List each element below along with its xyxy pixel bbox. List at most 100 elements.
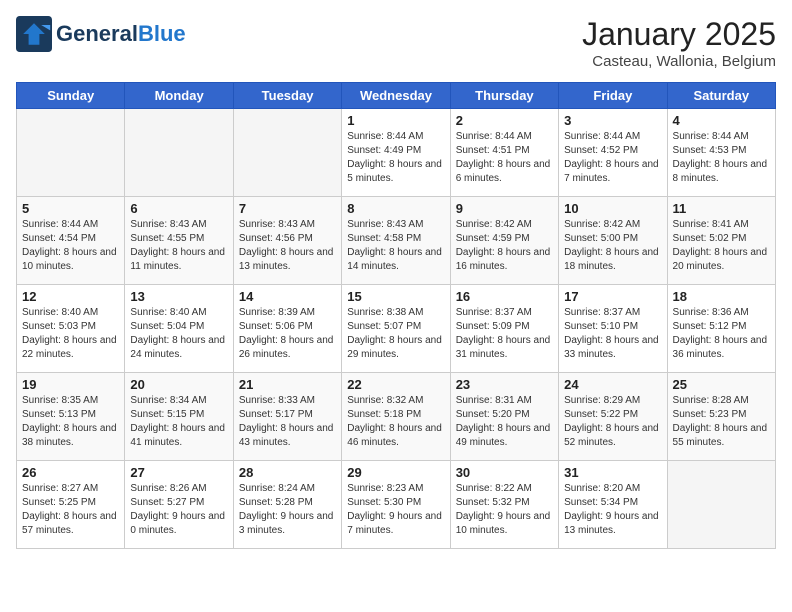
calendar-cell (667, 461, 775, 549)
day-info: Sunrise: 8:44 AM Sunset: 4:54 PM Dayligh… (22, 218, 119, 274)
calendar-cell: 7 Sunrise: 8:43 AM Sunset: 4:56 PM Daylig… (233, 197, 341, 285)
calendar-body: 1Sunrise: 8:44 AM Sunset: 4:49 PM Daylig… (17, 109, 776, 549)
calendar-cell: 23 Sunrise: 8:31 AM Sunset: 5:20 PM Dayli… (450, 373, 558, 461)
day-info: Sunrise: 8:43 AM Sunset: 4:56 PM Dayligh… (239, 218, 336, 274)
calendar-cell: 2 Sunrise: 8:44 AM Sunset: 4:51 PM Daylig… (450, 109, 558, 197)
day-info: Sunrise: 8:44 AM Sunset: 4:51 PM Dayligh… (456, 130, 553, 186)
header: GeneralBlue January 2025 Casteau, Wallon… (16, 16, 776, 70)
calendar-week-2: 5 Sunrise: 8:44 AM Sunset: 4:54 PM Daylig… (17, 197, 776, 285)
day-info: Sunrise: 8:32 AM Sunset: 5:18 PM Dayligh… (347, 394, 444, 450)
day-info: Sunrise: 8:34 AM Sunset: 5:15 PM Dayligh… (130, 394, 227, 450)
day-info: Sunrise: 8:24 AM Sunset: 5:28 PM Dayligh… (239, 482, 336, 538)
calendar-cell: 1Sunrise: 8:44 AM Sunset: 4:49 PM Daylig… (342, 109, 450, 197)
day-number: 29 (347, 465, 444, 480)
day-info: Sunrise: 8:28 AM Sunset: 5:23 PM Dayligh… (673, 394, 770, 450)
dow-header-sunday: Sunday (17, 83, 125, 109)
dow-header-tuesday: Tuesday (233, 83, 341, 109)
day-number: 16 (456, 289, 553, 304)
calendar-table: SundayMondayTuesdayWednesdayThursdayFrid… (16, 82, 776, 549)
day-info: Sunrise: 8:37 AM Sunset: 5:10 PM Dayligh… (564, 306, 661, 362)
days-of-week-row: SundayMondayTuesdayWednesdayThursdayFrid… (17, 83, 776, 109)
day-info: Sunrise: 8:40 AM Sunset: 5:04 PM Dayligh… (130, 306, 227, 362)
calendar-cell: 27 Sunrise: 8:26 AM Sunset: 5:27 PM Dayli… (125, 461, 233, 549)
day-number: 14 (239, 289, 336, 304)
day-info: Sunrise: 8:41 AM Sunset: 5:02 PM Dayligh… (673, 218, 770, 274)
day-info: Sunrise: 8:44 AM Sunset: 4:49 PM Dayligh… (347, 130, 444, 186)
calendar-cell: 29 Sunrise: 8:23 AM Sunset: 5:30 PM Dayli… (342, 461, 450, 549)
day-info: Sunrise: 8:22 AM Sunset: 5:32 PM Dayligh… (456, 482, 553, 538)
calendar-cell: 19 Sunrise: 8:35 AM Sunset: 5:13 PM Dayli… (17, 373, 125, 461)
logo-text: GeneralBlue (56, 21, 186, 47)
calendar-cell: 3Sunrise: 8:44 AM Sunset: 4:52 PM Daylig… (559, 109, 667, 197)
day-number: 21 (239, 377, 336, 392)
calendar-week-4: 19 Sunrise: 8:35 AM Sunset: 5:13 PM Dayli… (17, 373, 776, 461)
day-number: 15 (347, 289, 444, 304)
calendar-cell: 13Sunrise: 8:40 AM Sunset: 5:04 PM Dayli… (125, 285, 233, 373)
calendar-cell: 30Sunrise: 8:22 AM Sunset: 5:32 PM Dayli… (450, 461, 558, 549)
calendar-cell: 31Sunrise: 8:20 AM Sunset: 5:34 PM Dayli… (559, 461, 667, 549)
calendar-week-1: 1Sunrise: 8:44 AM Sunset: 4:49 PM Daylig… (17, 109, 776, 197)
day-info: Sunrise: 8:29 AM Sunset: 5:22 PM Dayligh… (564, 394, 661, 450)
day-number: 6 (130, 201, 227, 216)
day-info: Sunrise: 8:35 AM Sunset: 5:13 PM Dayligh… (22, 394, 119, 450)
calendar-cell: 6 Sunrise: 8:43 AM Sunset: 4:55 PM Daylig… (125, 197, 233, 285)
calendar-cell: 18Sunrise: 8:36 AM Sunset: 5:12 PM Dayli… (667, 285, 775, 373)
calendar-cell: 28 Sunrise: 8:24 AM Sunset: 5:28 PM Dayli… (233, 461, 341, 549)
calendar-cell: 16 Sunrise: 8:37 AM Sunset: 5:09 PM Dayli… (450, 285, 558, 373)
day-info: Sunrise: 8:27 AM Sunset: 5:25 PM Dayligh… (22, 482, 119, 538)
calendar-cell: 14Sunrise: 8:39 AM Sunset: 5:06 PM Dayli… (233, 285, 341, 373)
day-info: Sunrise: 8:26 AM Sunset: 5:27 PM Dayligh… (130, 482, 227, 538)
day-info: Sunrise: 8:20 AM Sunset: 5:34 PM Dayligh… (564, 482, 661, 538)
day-number: 5 (22, 201, 119, 216)
day-info: Sunrise: 8:23 AM Sunset: 5:30 PM Dayligh… (347, 482, 444, 538)
logo-icon (16, 16, 52, 52)
day-number: 18 (673, 289, 770, 304)
calendar-cell: 17 Sunrise: 8:37 AM Sunset: 5:10 PM Dayli… (559, 285, 667, 373)
calendar-cell: 15 Sunrise: 8:38 AM Sunset: 5:07 PM Dayli… (342, 285, 450, 373)
day-info: Sunrise: 8:42 AM Sunset: 4:59 PM Dayligh… (456, 218, 553, 274)
day-info: Sunrise: 8:42 AM Sunset: 5:00 PM Dayligh… (564, 218, 661, 274)
day-number: 22 (347, 377, 444, 392)
calendar-week-5: 26Sunrise: 8:27 AM Sunset: 5:25 PM Dayli… (17, 461, 776, 549)
day-info: Sunrise: 8:40 AM Sunset: 5:03 PM Dayligh… (22, 306, 119, 362)
day-number: 7 (239, 201, 336, 216)
day-number: 19 (22, 377, 119, 392)
calendar-cell: 25 Sunrise: 8:28 AM Sunset: 5:23 PM Dayli… (667, 373, 775, 461)
day-number: 2 (456, 113, 553, 128)
dow-header-wednesday: Wednesday (342, 83, 450, 109)
day-number: 11 (673, 201, 770, 216)
calendar-cell: 22 Sunrise: 8:32 AM Sunset: 5:18 PM Dayli… (342, 373, 450, 461)
calendar-cell (17, 109, 125, 197)
calendar-cell: 10Sunrise: 8:42 AM Sunset: 5:00 PM Dayli… (559, 197, 667, 285)
calendar-cell: 20 Sunrise: 8:34 AM Sunset: 5:15 PM Dayli… (125, 373, 233, 461)
calendar-cell (233, 109, 341, 197)
day-info: Sunrise: 8:38 AM Sunset: 5:07 PM Dayligh… (347, 306, 444, 362)
day-number: 27 (130, 465, 227, 480)
day-info: Sunrise: 8:44 AM Sunset: 4:52 PM Dayligh… (564, 130, 661, 186)
day-info: Sunrise: 8:33 AM Sunset: 5:17 PM Dayligh… (239, 394, 336, 450)
day-number: 20 (130, 377, 227, 392)
calendar-cell: 26Sunrise: 8:27 AM Sunset: 5:25 PM Dayli… (17, 461, 125, 549)
day-number: 23 (456, 377, 553, 392)
day-info: Sunrise: 8:37 AM Sunset: 5:09 PM Dayligh… (456, 306, 553, 362)
day-number: 12 (22, 289, 119, 304)
calendar-cell (125, 109, 233, 197)
day-info: Sunrise: 8:43 AM Sunset: 4:58 PM Dayligh… (347, 218, 444, 274)
day-info: Sunrise: 8:43 AM Sunset: 4:55 PM Dayligh… (130, 218, 227, 274)
day-info: Sunrise: 8:31 AM Sunset: 5:20 PM Dayligh… (456, 394, 553, 450)
calendar-cell: 24Sunrise: 8:29 AM Sunset: 5:22 PM Dayli… (559, 373, 667, 461)
day-number: 25 (673, 377, 770, 392)
day-number: 8 (347, 201, 444, 216)
title-block: January 2025 Casteau, Wallonia, Belgium (582, 16, 776, 70)
calendar-cell: 12 Sunrise: 8:40 AM Sunset: 5:03 PM Dayli… (17, 285, 125, 373)
day-number: 28 (239, 465, 336, 480)
logo: GeneralBlue (16, 16, 186, 52)
dow-header-monday: Monday (125, 83, 233, 109)
dow-header-saturday: Saturday (667, 83, 775, 109)
day-number: 17 (564, 289, 661, 304)
day-number: 4 (673, 113, 770, 128)
location-subtitle: Casteau, Wallonia, Belgium (582, 53, 776, 70)
calendar-container: GeneralBlue January 2025 Casteau, Wallon… (0, 0, 792, 559)
calendar-cell: 5 Sunrise: 8:44 AM Sunset: 4:54 PM Daylig… (17, 197, 125, 285)
calendar-cell: 8 Sunrise: 8:43 AM Sunset: 4:58 PM Daylig… (342, 197, 450, 285)
